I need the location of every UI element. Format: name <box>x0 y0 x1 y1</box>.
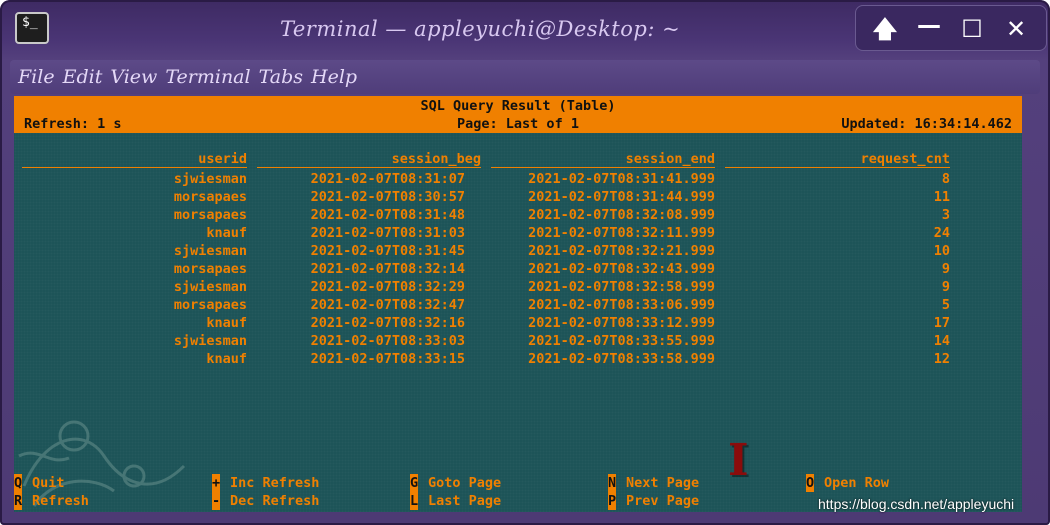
shortcut-prev-page[interactable]: P Prev Page <box>608 492 699 510</box>
terminal-app-icon[interactable]: $_ <box>15 12 49 44</box>
shortcut-last-page[interactable]: L Last Page <box>410 492 501 510</box>
cell-userid: knauf <box>206 351 247 367</box>
shortcut-key: + <box>212 474 221 492</box>
column-header-session-end: session_end <box>491 152 715 168</box>
cell-session-end: 2021-02-07T08:33:55.999 <box>528 333 715 349</box>
cell-request-cnt: 3 <box>941 207 950 223</box>
shortcut-goto-page[interactable]: G Goto Page <box>410 474 501 492</box>
cell-session-beg: 2021-02-07T08:30:57 <box>310 189 465 205</box>
cell-userid: sjwiesman <box>173 279 247 295</box>
minimize-button[interactable]: — <box>912 10 946 44</box>
cell-userid: morsapaes <box>173 189 247 205</box>
keep-above-icon[interactable]: 🡅 <box>868 14 902 48</box>
watermark-url: https://blog.csdn.net/appleyuchi <box>818 496 1015 512</box>
column-header-request-cnt: request_cnt <box>725 152 950 168</box>
shortcut-key: P <box>608 492 617 510</box>
cell-userid: sjwiesman <box>173 171 247 187</box>
terminal-area[interactable]: SQL Query Result (Table) Refresh: 1 s Pa… <box>14 96 1022 512</box>
shortcut-label: Next Page <box>626 475 700 491</box>
shortcut-key: G <box>410 474 419 492</box>
cell-session-beg: 2021-02-07T08:32:14 <box>310 261 465 277</box>
shortcut-open-row[interactable]: O Open Row <box>806 474 889 492</box>
cell-userid: morsapaes <box>173 207 247 223</box>
cell-userid: morsapaes <box>173 297 247 313</box>
cell-userid: sjwiesman <box>173 243 247 259</box>
menu-view[interactable]: View <box>110 60 157 94</box>
shortcut-label: Last Page <box>428 493 502 509</box>
shortcut-key: N <box>608 474 617 492</box>
column-header-userid: userid <box>22 152 247 168</box>
cell-request-cnt: 5 <box>941 297 950 313</box>
cell-session-beg: 2021-02-07T08:32:16 <box>310 315 465 331</box>
menu-edit[interactable]: Edit <box>63 60 103 94</box>
menu-file[interactable]: File <box>18 60 55 94</box>
menu-help[interactable]: Help <box>311 60 357 94</box>
cell-request-cnt: 10 <box>933 243 950 259</box>
maximize-button[interactable]: ☐ <box>955 14 989 48</box>
cell-session-beg: 2021-02-07T08:32:47 <box>310 297 465 313</box>
cell-request-cnt: 11 <box>933 189 950 205</box>
cell-session-end: 2021-02-07T08:33:12.999 <box>528 315 715 331</box>
cell-request-cnt: 8 <box>941 171 950 187</box>
cell-session-end: 2021-02-07T08:32:43.999 <box>528 261 715 277</box>
cell-session-end: 2021-02-07T08:32:08.999 <box>528 207 715 223</box>
shortcut-quit[interactable]: Q Quit <box>14 474 65 492</box>
shortcut-key: Q <box>14 474 23 492</box>
result-title: SQL Query Result (Table) <box>420 98 616 114</box>
cell-session-end: 2021-02-07T08:33:06.999 <box>528 297 715 313</box>
updated-status: Updated: 16:34:14.462 <box>841 116 1012 132</box>
cell-session-beg: 2021-02-07T08:33:03 <box>310 333 465 349</box>
cell-request-cnt: 14 <box>933 333 950 349</box>
shortcut-next-page[interactable]: N Next Page <box>608 474 699 492</box>
shortcut-label: Inc Refresh <box>230 475 320 491</box>
shortcut-label: Refresh <box>32 493 89 509</box>
menu-tabs[interactable]: Tabs <box>259 60 303 94</box>
cell-session-beg: 2021-02-07T08:31:07 <box>310 171 465 187</box>
close-button[interactable]: ✕ <box>999 14 1033 48</box>
cell-session-end: 2021-02-07T08:31:41.999 <box>528 171 715 187</box>
cell-session-end: 2021-02-07T08:33:58.999 <box>528 351 715 367</box>
shortcut-dec-refresh[interactable]: - Dec Refresh <box>212 492 319 510</box>
cell-session-end: 2021-02-07T08:31:44.999 <box>528 189 715 205</box>
shortcut-label: Open Row <box>824 475 890 491</box>
shortcut-label: Goto Page <box>428 475 502 491</box>
title-bar[interactable]: $_ Terminal — appleyuchi@Desktop: ~ 🡅 — … <box>0 0 1050 58</box>
shortcut-key: R <box>14 492 23 510</box>
cell-session-end: 2021-02-07T08:32:58.999 <box>528 279 715 295</box>
cell-userid: morsapaes <box>173 261 247 277</box>
shortcut-label: Quit <box>32 475 65 491</box>
cell-session-beg: 2021-02-07T08:32:29 <box>310 279 465 295</box>
result-header: SQL Query Result (Table) Refresh: 1 s Pa… <box>14 96 1022 133</box>
cell-request-cnt: 24 <box>933 225 950 241</box>
shortcut-label: Dec Refresh <box>230 493 320 509</box>
cell-userid: knauf <box>206 315 247 331</box>
shortcut-key: - <box>212 492 221 510</box>
window-title: Terminal — appleyuchi@Desktop: ~ <box>280 17 681 41</box>
shortcut-key: L <box>410 492 419 510</box>
cell-userid: knauf <box>206 225 247 241</box>
shortcut-inc-refresh[interactable]: + Inc Refresh <box>212 474 319 492</box>
terminal-window: $_ Terminal — appleyuchi@Desktop: ~ 🡅 — … <box>0 0 1050 525</box>
cell-request-cnt: 9 <box>941 279 950 295</box>
cell-session-end: 2021-02-07T08:32:21.999 <box>528 243 715 259</box>
cell-session-end: 2021-02-07T08:32:11.999 <box>528 225 715 241</box>
cell-request-cnt: 9 <box>941 261 950 277</box>
menu-terminal[interactable]: Terminal <box>165 60 250 94</box>
cell-session-beg: 2021-02-07T08:31:48 <box>310 207 465 223</box>
cell-session-beg: 2021-02-07T08:31:03 <box>310 225 465 241</box>
shortcut-label: Prev Page <box>626 493 700 509</box>
cell-request-cnt: 12 <box>933 351 950 367</box>
menu-bar: File Edit View Terminal Tabs Help <box>10 60 1040 94</box>
column-header-session-beg: session_beg <box>257 152 481 168</box>
cell-request-cnt: 17 <box>933 315 950 331</box>
cell-session-beg: 2021-02-07T08:31:45 <box>310 243 465 259</box>
shortcut-key: O <box>806 474 815 492</box>
cell-session-beg: 2021-02-07T08:33:15 <box>310 351 465 367</box>
shortcut-refresh[interactable]: R Refresh <box>14 492 89 510</box>
cell-userid: sjwiesman <box>173 333 247 349</box>
